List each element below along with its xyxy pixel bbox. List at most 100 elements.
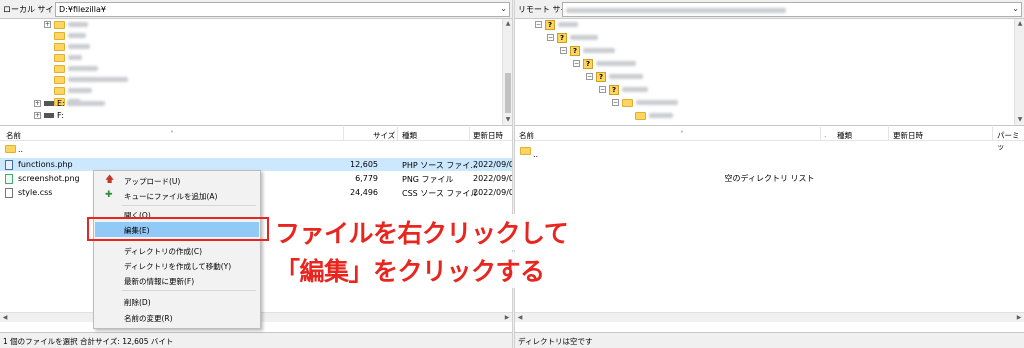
scroll-up-icon[interactable]: ▲ xyxy=(1015,19,1024,29)
file-name: screenshot.png xyxy=(18,174,80,183)
menu-item-create-directory[interactable]: ディレクトリの作成(C) xyxy=(95,243,259,258)
menu-item-add-to-queue[interactable]: ✚ キューにファイルを追加(A) xyxy=(95,188,259,203)
file-type: CSS ソース ファイル xyxy=(402,189,479,198)
tree-item[interactable]: −? xyxy=(547,32,598,43)
unknown-folder-icon: ? xyxy=(557,32,567,43)
collapse-icon[interactable]: − xyxy=(612,99,619,106)
tree-item[interactable]: − xyxy=(612,97,678,108)
expand-icon[interactable]: + xyxy=(44,21,51,28)
tree-item[interactable]: −? xyxy=(599,84,648,95)
collapse-icon[interactable]: − xyxy=(560,47,567,54)
parent-directory-row[interactable]: .. xyxy=(515,145,1024,159)
empty-directory-message: 空のディレクトリ リスト xyxy=(724,174,815,183)
local-status-text: 1 個のファイルを選択 合計サイズ: 12,605 バイト xyxy=(3,337,174,346)
column-modified[interactable]: 更新日時 xyxy=(473,130,503,141)
tree-item[interactable] xyxy=(54,63,98,74)
tree-item[interactable]: −? xyxy=(560,45,615,56)
png-file-icon xyxy=(5,174,13,184)
remote-file-hscroll[interactable]: ◀ ▶ xyxy=(515,312,1024,322)
menu-item-refresh[interactable]: 最新の情報に更新(F) xyxy=(95,273,259,288)
folder-icon xyxy=(54,31,65,40)
collapse-icon[interactable]: − xyxy=(547,34,554,41)
remote-file-list: ˄ 名前 . 種類 更新日時 パーミッ .. 空のディレクトリ リスト ◀ ▶ xyxy=(515,127,1024,322)
file-size: 12,605 xyxy=(350,160,378,169)
folder-icon xyxy=(635,111,646,120)
drive-label-f: F: xyxy=(57,111,64,120)
drive-label-e: E: xyxy=(57,99,65,108)
sort-indicator-icon: ˄ xyxy=(170,130,174,139)
tree-drive-f[interactable]: + F: xyxy=(34,110,64,121)
column-name[interactable]: 名前 xyxy=(519,130,534,141)
scroll-down-icon[interactable]: ▼ xyxy=(1015,115,1024,125)
tree-item[interactable] xyxy=(635,110,673,121)
unknown-folder-icon: ? xyxy=(570,45,580,56)
tree-item[interactable]: + xyxy=(44,19,88,30)
chevron-down-icon[interactable]: ⌄ xyxy=(1012,4,1019,13)
sort-indicator-icon: ˄ xyxy=(680,130,684,139)
tree-item[interactable]: −? xyxy=(573,58,636,69)
file-date: 2022/09/0 xyxy=(473,188,512,197)
unknown-folder-icon: ? xyxy=(545,19,555,30)
column-modified[interactable]: 更新日時 xyxy=(893,130,923,141)
tree-item[interactable]: −? xyxy=(586,71,643,82)
tree-scrollbar[interactable]: ▲ ▼ xyxy=(1014,19,1024,125)
column-type[interactable]: 種類 xyxy=(837,130,852,141)
tree-item[interactable] xyxy=(54,85,92,96)
folder-icon xyxy=(54,20,65,29)
scroll-left-icon[interactable]: ◀ xyxy=(515,313,525,322)
folder-icon xyxy=(54,42,65,51)
parent-directory-row[interactable]: .. xyxy=(0,143,512,156)
remote-column-header: ˄ 名前 . 種類 更新日時 パーミッ xyxy=(515,127,1024,151)
expand-icon[interactable]: + xyxy=(34,112,41,119)
expand-icon[interactable]: + xyxy=(34,100,41,107)
collapse-icon[interactable]: − xyxy=(599,86,606,93)
folder-icon xyxy=(54,75,65,84)
unknown-folder-icon: ? xyxy=(583,58,593,69)
local-site-bar: ローカル サイト: D:¥filezilla¥ ⌄ xyxy=(0,0,512,19)
column-name[interactable]: 名前 xyxy=(6,130,21,141)
menu-item-upload[interactable]: 🡅 アップロード(U) xyxy=(95,173,259,188)
collapse-icon[interactable]: − xyxy=(586,73,593,80)
remote-status-bar: ディレクトリは空です xyxy=(515,332,1024,348)
local-status-bar: 1 個のファイルを選択 合計サイズ: 12,605 バイト xyxy=(0,332,512,348)
menu-item-delete[interactable]: 削除(D) xyxy=(95,294,259,309)
local-site-path-input[interactable]: D:¥filezilla¥ ⌄ xyxy=(55,2,510,17)
tree-item[interactable]: −? xyxy=(535,19,578,30)
file-size: 6,779 xyxy=(355,174,378,183)
file-context-menu: 🡅 アップロード(U) ✚ キューにファイルを追加(A) 開く(O) 編集(E)… xyxy=(93,170,261,329)
parent-directory-label: .. xyxy=(533,150,539,159)
parent-directory-label: .. xyxy=(18,145,24,154)
column-size[interactable]: サイズ xyxy=(373,130,395,141)
tree-item[interactable] xyxy=(54,30,86,41)
tree-item[interactable] xyxy=(54,41,90,52)
file-size: 24,496 xyxy=(350,188,378,197)
scroll-down-icon[interactable]: ▼ xyxy=(503,115,512,125)
collapse-icon[interactable]: − xyxy=(535,21,542,28)
local-column-header: ˄ 名前 サイズ 種類 更新日時 xyxy=(0,127,512,141)
local-site-path: D:¥filezilla¥ xyxy=(59,5,106,14)
local-directory-tree: + + E: + F: ▲ ▼ xyxy=(0,19,512,126)
scroll-right-icon[interactable]: ▶ xyxy=(1014,313,1024,322)
annotation-line-2: 「編集」をクリックする xyxy=(275,252,545,288)
css-file-icon xyxy=(5,188,13,198)
scroll-thumb[interactable] xyxy=(505,73,511,113)
annotation-line-1: ファイルを右クリックして xyxy=(275,214,569,250)
collapse-icon[interactable]: − xyxy=(573,60,580,67)
tree-drive-e[interactable]: + E: xyxy=(34,98,106,109)
remote-site-path-input[interactable]: ⌄ xyxy=(562,2,1022,17)
scroll-left-icon[interactable]: ◀ xyxy=(0,313,10,322)
add-to-queue-icon: ✚ xyxy=(105,190,113,200)
tree-item[interactable] xyxy=(54,74,128,85)
menu-item-create-and-enter-directory[interactable]: ディレクトリを作成して移動(Y) xyxy=(95,258,259,273)
tree-item[interactable] xyxy=(54,52,82,63)
chevron-down-icon[interactable]: ⌄ xyxy=(500,4,507,13)
folder-icon xyxy=(54,86,65,95)
scroll-right-icon[interactable]: ▶ xyxy=(502,313,512,322)
menu-item-rename[interactable]: 名前の変更(R) xyxy=(95,310,259,325)
tree-scrollbar[interactable]: ▲ ▼ xyxy=(502,19,512,125)
folder-icon xyxy=(5,145,16,153)
column-type[interactable]: 種類 xyxy=(402,130,417,141)
file-type: PHP ソース ファイ... xyxy=(402,161,478,170)
scroll-up-icon[interactable]: ▲ xyxy=(503,19,512,29)
file-date: 2022/09/0 xyxy=(473,160,512,169)
